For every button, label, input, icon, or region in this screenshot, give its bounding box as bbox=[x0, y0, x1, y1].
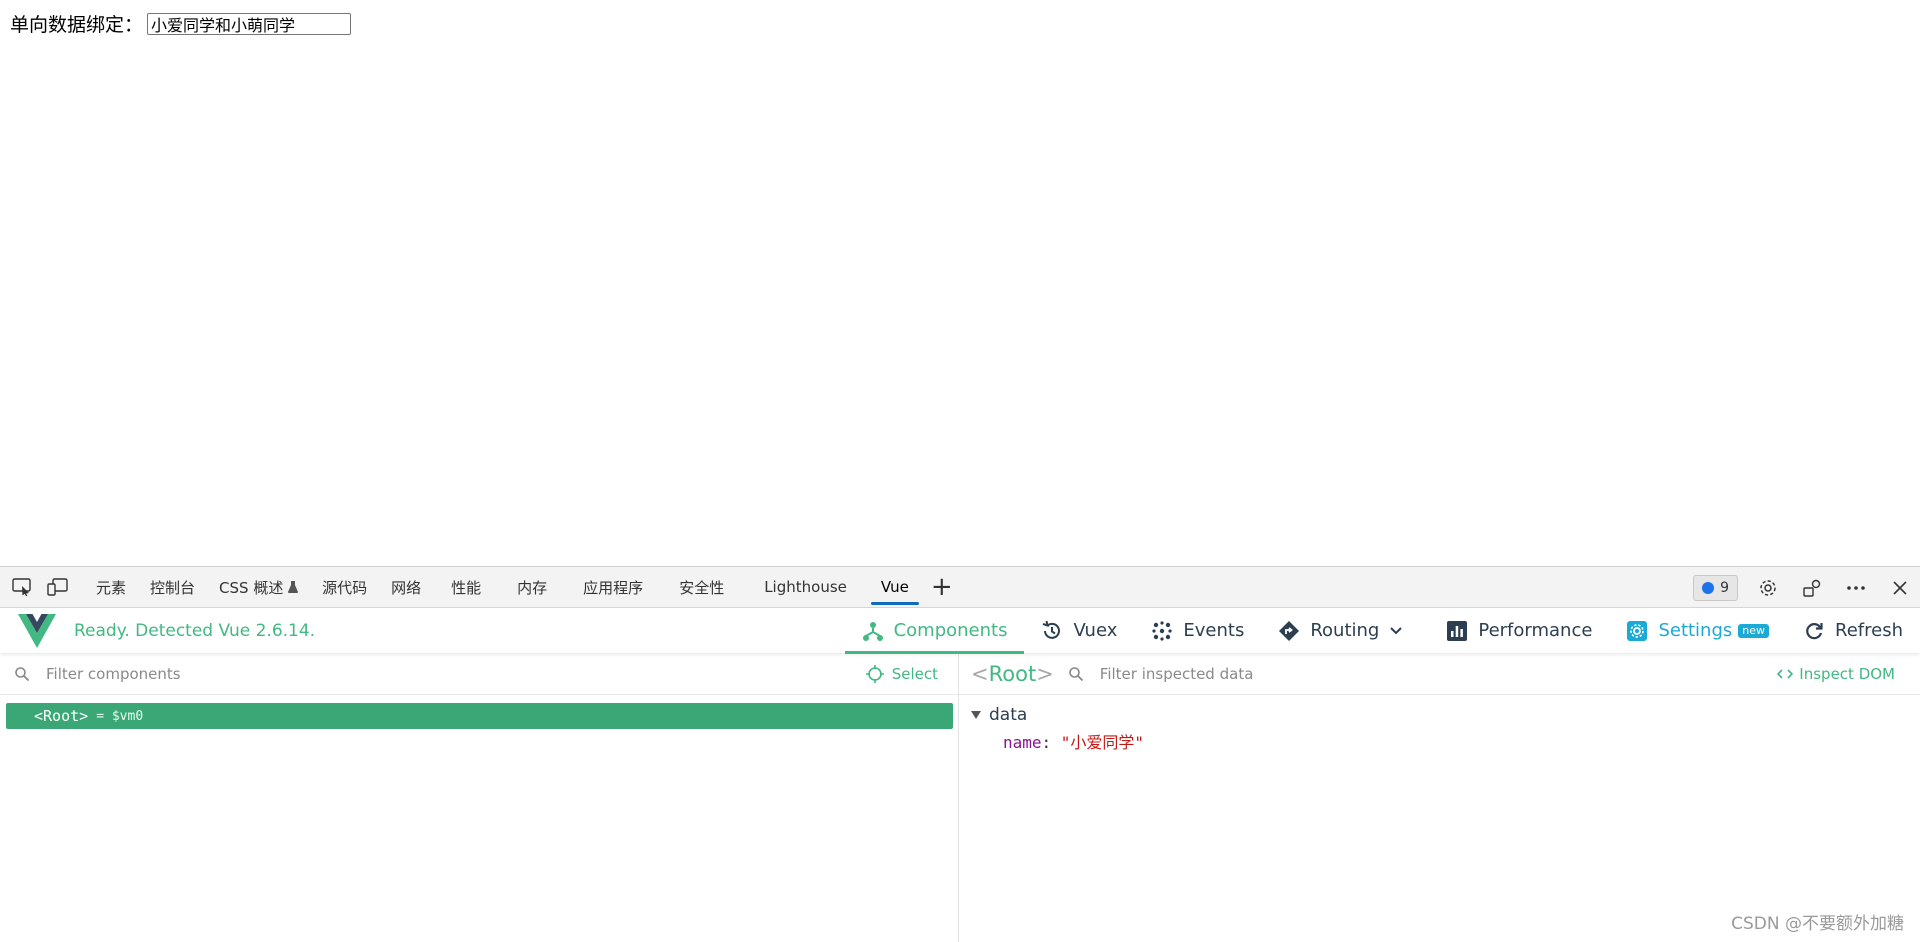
nav-vuex-label: Vuex bbox=[1073, 620, 1118, 641]
code-icon bbox=[1777, 669, 1794, 679]
inspector-toolbar: <Root> Inspect DOM bbox=[959, 653, 1920, 695]
tab-lighthouse[interactable]: Lighthouse bbox=[742, 567, 869, 608]
tree-row-vm: = $vm0 bbox=[96, 708, 144, 724]
components-filter-input[interactable] bbox=[44, 663, 748, 684]
devtools-panel: 元素 控制台 CSS 概述 源代码 网络 性能 内存 应用程序 安全性 Ligh… bbox=[0, 566, 1920, 942]
tab-sources[interactable]: 源代码 bbox=[310, 567, 379, 608]
title-name: Root bbox=[988, 661, 1037, 686]
nav-settings[interactable]: Settings new bbox=[1609, 608, 1786, 653]
data-section-header[interactable]: data bbox=[971, 705, 1144, 725]
property-key: name bbox=[1003, 733, 1042, 752]
property-value: "小爱同学" bbox=[1060, 733, 1145, 752]
add-tab-button[interactable]: + bbox=[921, 567, 963, 608]
message-icon bbox=[1702, 581, 1715, 594]
tab-security[interactable]: 安全性 bbox=[661, 567, 742, 608]
search-icon bbox=[1068, 666, 1083, 681]
tab-css-overview[interactable]: CSS 概述 bbox=[207, 567, 310, 608]
crosshair-icon bbox=[865, 665, 884, 683]
inspect-dom-label: Inspect DOM bbox=[1799, 665, 1895, 683]
nav-performance-label: Performance bbox=[1478, 620, 1593, 641]
components-filter-bar: Select bbox=[0, 653, 958, 695]
issues-button[interactable]: 9 bbox=[1693, 574, 1738, 601]
tab-console[interactable]: 控制台 bbox=[138, 567, 207, 608]
refresh-icon bbox=[1806, 622, 1823, 639]
nav-routing-label: Routing bbox=[1310, 620, 1380, 641]
nav-vuex[interactable]: Vuex bbox=[1024, 608, 1134, 653]
directions-icon bbox=[1279, 620, 1300, 641]
tree-row-tag: <Root> bbox=[34, 707, 89, 725]
vue-devtools-header: Ready. Detected Vue 2.6.14. Components V… bbox=[0, 608, 1920, 654]
nav-refresh-label: Refresh bbox=[1835, 620, 1903, 641]
tab-vue[interactable]: Vue bbox=[869, 567, 921, 608]
select-component-button[interactable]: Select bbox=[865, 653, 938, 695]
caret-down-icon bbox=[971, 711, 981, 719]
nav-performance[interactable]: Performance bbox=[1420, 608, 1609, 653]
vue-logo-icon bbox=[18, 613, 56, 648]
vue-status-text: Ready. Detected Vue 2.6.14. bbox=[74, 620, 316, 641]
nav-components[interactable]: Components bbox=[844, 608, 1025, 654]
more-options-icon[interactable] bbox=[1842, 574, 1870, 602]
tab-application[interactable]: 应用程序 bbox=[565, 567, 661, 608]
new-badge: new bbox=[1738, 623, 1770, 638]
nav-events[interactable]: Events bbox=[1134, 608, 1261, 653]
vue-nav: Components Vuex Events Routing Performan… bbox=[844, 608, 1920, 654]
events-icon bbox=[1152, 620, 1172, 641]
components-pane: Select <Root> = $vm0 bbox=[0, 653, 959, 942]
search-icon bbox=[15, 666, 30, 681]
data-property[interactable]: name: "小爱同学" bbox=[1003, 729, 1144, 753]
title-close-bracket: > bbox=[1036, 661, 1054, 686]
inspector-pane: <Root> Inspect DOM data name: "小爱同学" bbox=[959, 653, 1920, 942]
tab-memory[interactable]: 内存 bbox=[499, 567, 565, 608]
components-icon bbox=[862, 621, 883, 641]
tab-network[interactable]: 网络 bbox=[379, 567, 433, 608]
devtools-right-actions: 9 bbox=[1693, 567, 1914, 608]
tab-css-overview-label: CSS 概述 bbox=[219, 578, 284, 597]
issues-count: 9 bbox=[1720, 579, 1729, 596]
close-icon[interactable] bbox=[1886, 574, 1914, 602]
inspected-component-title: <Root> bbox=[971, 662, 1054, 686]
device-toolbar-icon[interactable] bbox=[44, 573, 72, 601]
gear-icon[interactable] bbox=[1754, 574, 1782, 602]
history-icon bbox=[1043, 620, 1061, 639]
data-section-label: data bbox=[989, 705, 1028, 725]
devtools-tabbar: 元素 控制台 CSS 概述 源代码 网络 性能 内存 应用程序 安全性 Ligh… bbox=[0, 567, 1920, 608]
customize-icon[interactable] bbox=[1798, 574, 1826, 602]
nav-components-label: Components bbox=[893, 620, 1008, 641]
title-open-bracket: < bbox=[971, 661, 989, 686]
inspect-element-icon[interactable] bbox=[8, 573, 36, 601]
nav-refresh[interactable]: Refresh bbox=[1786, 608, 1920, 653]
tab-elements[interactable]: 元素 bbox=[84, 567, 138, 608]
binding-row: 单向数据绑定： bbox=[10, 10, 352, 37]
inspect-dom-button[interactable]: Inspect DOM bbox=[1777, 653, 1895, 695]
nav-settings-label: Settings bbox=[1658, 620, 1733, 641]
select-label: Select bbox=[891, 665, 938, 683]
inspector-filter-input[interactable] bbox=[1097, 663, 1602, 684]
tree-row-root[interactable]: <Root> = $vm0 bbox=[6, 703, 953, 729]
binding-input[interactable] bbox=[147, 12, 352, 35]
nav-routing[interactable]: Routing bbox=[1261, 608, 1420, 653]
flask-icon bbox=[288, 581, 299, 593]
nav-events-label: Events bbox=[1183, 620, 1245, 641]
watermark: CSDN @不要额外加糖 bbox=[1731, 914, 1904, 934]
chevron-down-icon bbox=[1390, 626, 1403, 634]
tab-performance[interactable]: 性能 bbox=[433, 567, 499, 608]
settings-icon bbox=[1627, 620, 1648, 641]
bar-chart-icon bbox=[1447, 620, 1468, 641]
web-page: 单向数据绑定： bbox=[0, 0, 1920, 566]
binding-label: 单向数据绑定： bbox=[10, 14, 144, 36]
data-section: data name: "小爱同学" bbox=[971, 705, 1144, 753]
